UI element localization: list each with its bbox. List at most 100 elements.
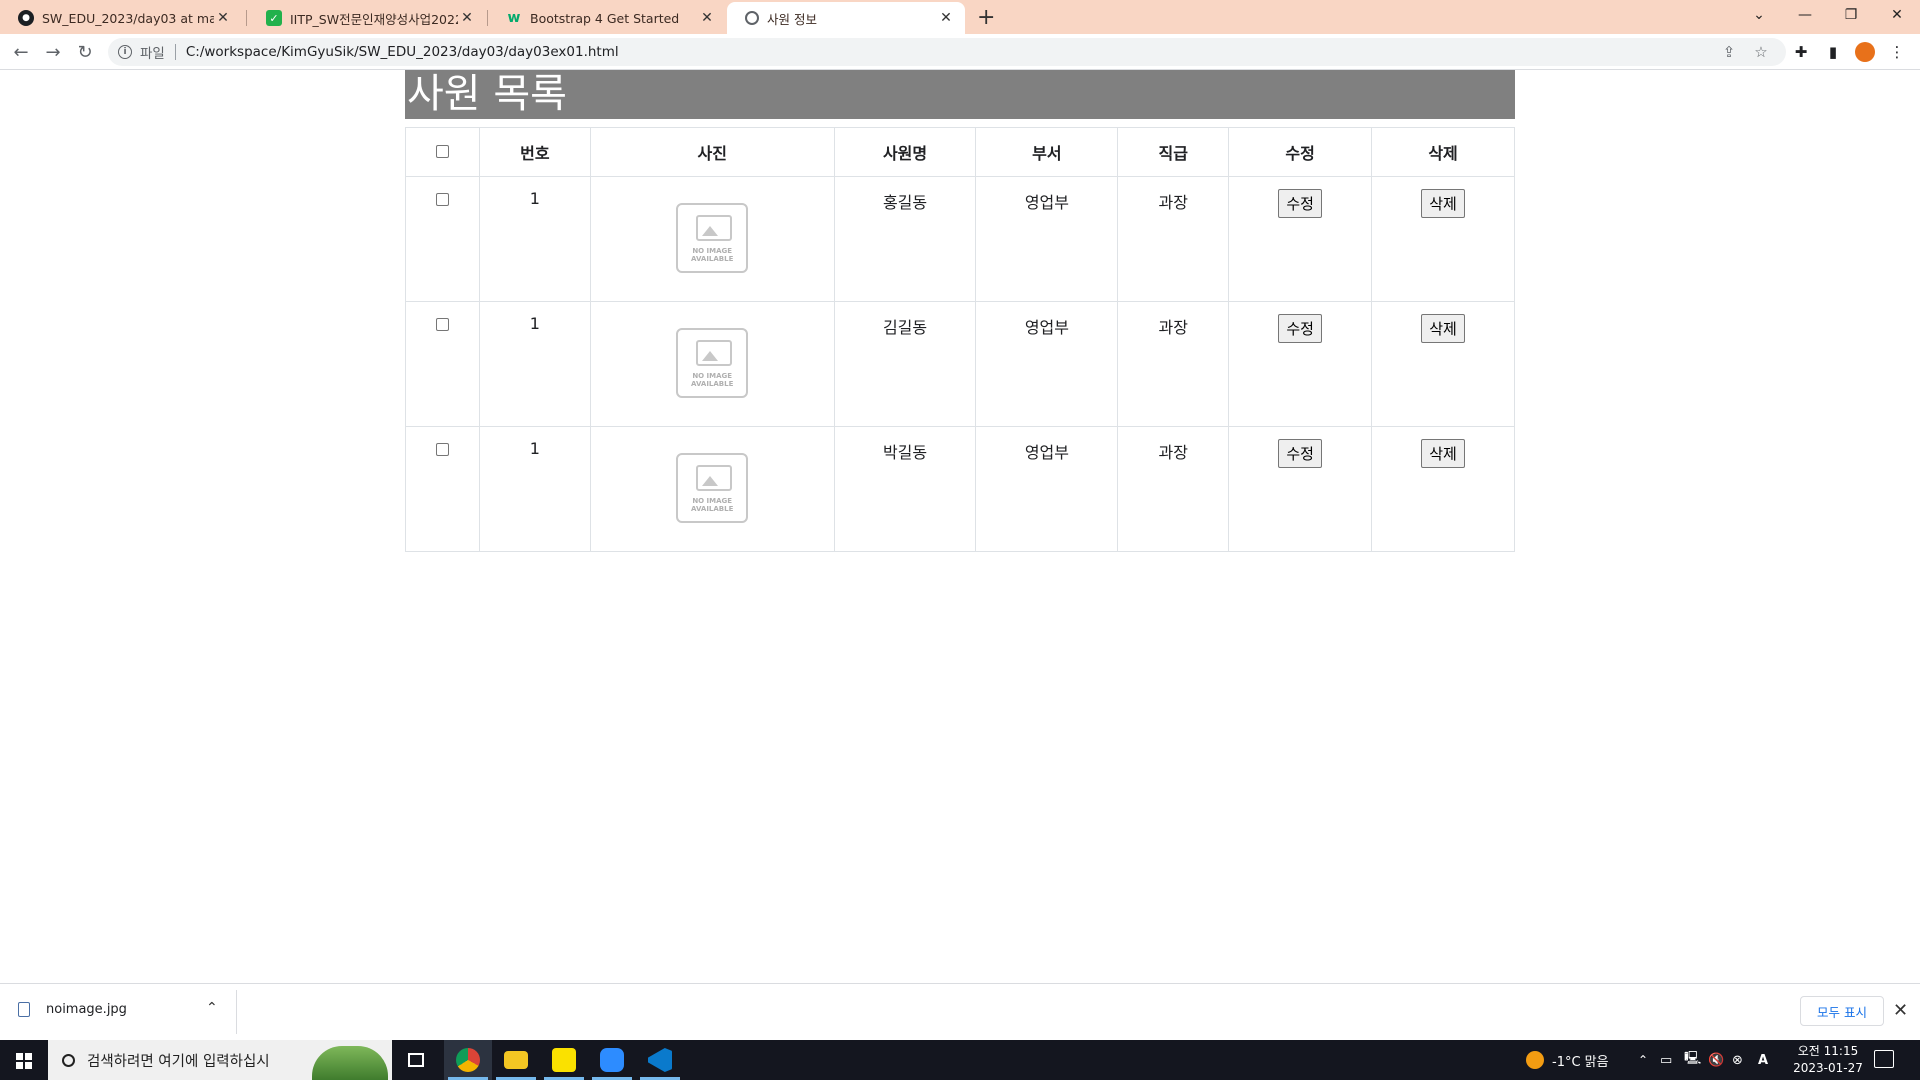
- more-menu-icon[interactable]: ⋮: [1885, 40, 1909, 64]
- tab-bootstrap[interactable]: w Bootstrap 4 Get Started ✕: [488, 2, 726, 34]
- cell-edit: 수정: [1228, 301, 1373, 427]
- cell-department: 영업부: [975, 426, 1119, 552]
- no-image-caption-line1: NO IMAGE: [692, 247, 733, 255]
- close-icon[interactable]: ✕: [214, 9, 232, 27]
- no-image-placeholder: NO IMAGE AVAILABLE: [676, 453, 749, 523]
- cell-number: 1: [478, 176, 591, 302]
- page-title: 사원 목록: [405, 70, 1515, 119]
- close-icon[interactable]: ✕: [458, 9, 476, 27]
- back-arrow-icon[interactable]: ←: [9, 40, 33, 64]
- header-number: 번호: [478, 127, 591, 177]
- delete-button[interactable]: 삭제: [1421, 189, 1465, 218]
- volume-muted-icon[interactable]: 🔇: [1708, 1040, 1724, 1080]
- row-checkbox[interactable]: [435, 318, 449, 331]
- edit-button[interactable]: 수정: [1278, 314, 1322, 343]
- url-text[interactable]: C:/workspace/KimGyuSik/SW_EDU_2023/day03…: [186, 44, 619, 60]
- task-view-icon[interactable]: [392, 1040, 440, 1080]
- share-icon[interactable]: ⇪: [1717, 40, 1741, 64]
- close-icon[interactable]: ✕: [1893, 1000, 1908, 1021]
- scheme-label: 파일: [140, 46, 165, 62]
- row-checkbox[interactable]: [435, 443, 449, 456]
- show-all-button[interactable]: 모두 표시: [1800, 996, 1884, 1026]
- iitp-icon: ✓: [266, 10, 282, 26]
- zoom-icon[interactable]: [588, 1040, 636, 1080]
- row-checkbox[interactable]: [435, 193, 449, 206]
- row-checkbox-cell: [405, 301, 480, 427]
- edit-button[interactable]: 수정: [1278, 439, 1322, 468]
- cell-edit: 수정: [1228, 426, 1373, 552]
- sun-icon: [1526, 1051, 1544, 1069]
- window-close-icon[interactable]: ✕: [1874, 0, 1920, 30]
- cell-rank: 과장: [1117, 176, 1230, 302]
- side-panel-icon[interactable]: ▮: [1821, 40, 1845, 64]
- address-bar[interactable]: i 파일 C:/workspace/KimGyuSik/SW_EDU_2023/…: [108, 38, 1786, 66]
- header-rank: 직급: [1117, 127, 1230, 177]
- tab-search-icon[interactable]: ⌄: [1736, 0, 1782, 30]
- chevron-up-icon[interactable]: ⌃: [206, 1000, 218, 1016]
- header-photo: 사진: [589, 127, 835, 177]
- tray-app-icon[interactable]: ▭: [1660, 1040, 1672, 1080]
- cell-edit: 수정: [1228, 176, 1373, 302]
- cell-rank: 과장: [1117, 426, 1230, 552]
- vscode-icon[interactable]: [636, 1040, 684, 1080]
- new-tab-icon[interactable]: +: [977, 5, 995, 30]
- cell-name: 김길동: [833, 301, 977, 427]
- no-image-caption-line2: AVAILABLE: [691, 505, 734, 513]
- close-icon[interactable]: ✕: [937, 9, 955, 27]
- restore-icon[interactable]: ❐: [1828, 0, 1874, 30]
- close-icon[interactable]: ✕: [698, 9, 716, 27]
- tab-github[interactable]: ● SW_EDU_2023/day03 at main · ✕: [0, 2, 242, 34]
- chrome-icon[interactable]: [444, 1040, 492, 1080]
- delete-button[interactable]: 삭제: [1421, 314, 1465, 343]
- tab-iitp[interactable]: ✓ IITP_SW전문인재양성사업2022 ✕: [248, 2, 486, 34]
- extensions-icon[interactable]: ✚: [1789, 40, 1813, 64]
- cell-number: 1: [478, 301, 591, 427]
- cell-department: 영업부: [975, 176, 1119, 302]
- cell-number: 1: [478, 426, 591, 552]
- w3schools-icon: w: [507, 10, 521, 26]
- table-row: 1 NO IMAGE AVAILABLE 김길동 영업부 과장 수정 삭제: [405, 301, 1515, 427]
- tab-title: Bootstrap 4 Get Started: [530, 10, 680, 26]
- cell-photo: NO IMAGE AVAILABLE: [589, 176, 835, 302]
- globe-icon: [745, 11, 759, 25]
- cell-photo: NO IMAGE AVAILABLE: [589, 426, 835, 552]
- header-checkbox-cell: [405, 127, 480, 177]
- tray-overflow-icon[interactable]: ⌃: [1638, 1040, 1648, 1080]
- select-all-checkbox[interactable]: [435, 144, 449, 158]
- forward-arrow-icon[interactable]: →: [41, 40, 65, 64]
- file-explorer-icon[interactable]: [492, 1040, 540, 1080]
- header-name: 사원명: [833, 127, 977, 177]
- cell-name: 홍길동: [833, 176, 977, 302]
- edit-button[interactable]: 수정: [1278, 189, 1322, 218]
- omnibox-divider: [174, 44, 176, 60]
- no-image-caption-line1: NO IMAGE: [692, 372, 733, 380]
- kakaotalk-icon[interactable]: [540, 1040, 588, 1080]
- header-delete: 삭제: [1371, 127, 1515, 177]
- delete-button[interactable]: 삭제: [1421, 439, 1465, 468]
- minimize-icon[interactable]: —: [1782, 0, 1828, 30]
- no-image-caption-line2: AVAILABLE: [691, 380, 734, 388]
- sync-error-icon[interactable]: ⊗: [1732, 1040, 1743, 1080]
- file-icon: [18, 1002, 30, 1017]
- clock[interactable]: 오전 11:15 2023-01-27: [1778, 1043, 1878, 1077]
- windows-start-icon[interactable]: [16, 1053, 32, 1069]
- reload-icon[interactable]: ↻: [73, 40, 97, 64]
- profile-avatar[interactable]: [1855, 42, 1875, 62]
- download-item[interactable]: noimage.jpg: [18, 1002, 127, 1017]
- employee-table: 번호 사진 사원명 부서 직급 수정 삭제 1 NO IMAGE AVAILABL…: [405, 127, 1515, 552]
- network-icon[interactable]: 🖳: [1684, 1040, 1701, 1080]
- header-department: 부서: [975, 127, 1119, 177]
- clock-time: 오전 11:15: [1797, 1044, 1859, 1058]
- ime-indicator[interactable]: A: [1758, 1040, 1768, 1080]
- header-edit: 수정: [1228, 127, 1373, 177]
- image-icon: [696, 465, 733, 491]
- clock-date: 2023-01-27: [1793, 1061, 1863, 1075]
- bookmark-star-icon[interactable]: ☆: [1749, 40, 1773, 64]
- info-icon[interactable]: i: [118, 45, 132, 59]
- notification-icon[interactable]: [1874, 1050, 1894, 1068]
- cell-delete: 삭제: [1371, 176, 1515, 302]
- no-image-placeholder: NO IMAGE AVAILABLE: [676, 328, 749, 398]
- weather-widget[interactable]: -1°C 맑음: [1526, 1040, 1609, 1080]
- tab-employee-info[interactable]: 사원 정보 ✕: [727, 2, 965, 34]
- weather-text: -1°C 맑음: [1552, 1054, 1609, 1070]
